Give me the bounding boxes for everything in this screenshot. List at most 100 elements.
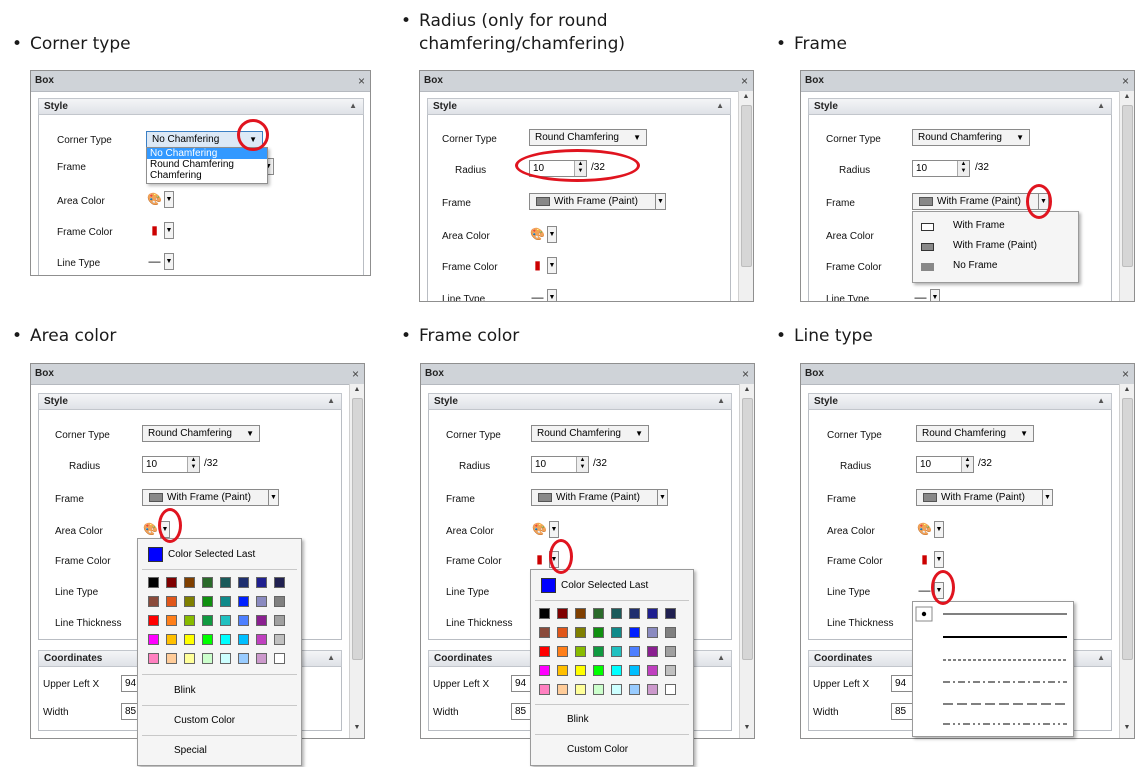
radius-input[interactable]: 10 ▲ ▼	[142, 456, 200, 473]
color-swatch[interactable]	[647, 665, 658, 676]
color-swatch[interactable]	[539, 608, 550, 619]
corner-type-select[interactable]: Round Chamfering ▼	[142, 425, 260, 442]
color-swatch[interactable]	[557, 684, 568, 695]
color-swatch[interactable]	[166, 615, 177, 626]
area-color-button[interactable]: 🎨 ▼	[916, 521, 944, 538]
vertical-scrollbar[interactable]: ▲ ▼	[739, 384, 754, 738]
color-swatch[interactable]	[238, 596, 249, 607]
chevron-down-icon[interactable]: ▼	[547, 257, 557, 274]
style-section-header[interactable]: Style ▲	[808, 393, 1112, 410]
color-swatch[interactable]	[557, 646, 568, 657]
line-type-button[interactable]: — ▼	[146, 253, 174, 270]
scroll-thumb[interactable]	[352, 398, 363, 660]
frame-select[interactable]: With Frame (Paint) ▼	[529, 193, 666, 210]
chevron-down-icon[interactable]: ▼	[547, 289, 557, 301]
color-swatch[interactable]	[629, 608, 640, 619]
frame-select[interactable]: With Frame (Paint) ▼	[916, 489, 1053, 506]
chevron-down-icon[interactable]: ▼	[934, 551, 944, 568]
radius-input[interactable]: 10 ▲ ▼	[916, 456, 974, 473]
close-icon[interactable]: ×	[741, 71, 748, 91]
color-swatch[interactable]	[593, 684, 604, 695]
color-swatch[interactable]	[629, 665, 640, 676]
spinner-arrows-icon[interactable]: ▲ ▼	[957, 161, 969, 176]
style-section-header[interactable]: Style ▲	[38, 98, 364, 115]
color-selected-last[interactable]: Color Selected Last	[561, 580, 648, 591]
close-icon[interactable]: ×	[352, 364, 359, 384]
area-color-button[interactable]: 🎨 ▼	[529, 226, 557, 243]
scroll-up-icon[interactable]: ▲	[740, 386, 754, 393]
corner-type-select[interactable]: Round Chamfering ▼	[912, 129, 1030, 146]
style-section-header[interactable]: Style ▲	[808, 98, 1112, 115]
color-swatch[interactable]	[166, 634, 177, 645]
color-swatch[interactable]	[202, 634, 213, 645]
color-swatch[interactable]	[593, 608, 604, 619]
chevron-down-icon[interactable]: ▼	[164, 191, 174, 208]
frame-color-button[interactable]: ▮ ▼	[529, 257, 557, 274]
color-swatch[interactable]	[238, 615, 249, 626]
corner-type-select[interactable]: Round Chamfering ▼	[531, 425, 649, 442]
color-swatch[interactable]	[647, 646, 658, 657]
color-swatch[interactable]	[238, 634, 249, 645]
option-chamfering[interactable]: Chamfering	[147, 170, 267, 181]
color-swatch[interactable]	[220, 596, 231, 607]
corner-type-select[interactable]: Round Chamfering ▼	[916, 425, 1034, 442]
color-swatch[interactable]	[256, 634, 267, 645]
color-swatch[interactable]	[202, 615, 213, 626]
color-swatch[interactable]	[611, 608, 622, 619]
color-swatch[interactable]	[593, 646, 604, 657]
option-no-frame[interactable]: No Frame	[953, 260, 997, 271]
color-swatch[interactable]	[539, 646, 550, 657]
color-swatch[interactable]	[611, 646, 622, 657]
collapse-icon[interactable]: ▲	[1097, 650, 1105, 665]
frame-select[interactable]: With Frame (Paint) ▼	[142, 489, 279, 506]
vertical-scrollbar[interactable]: ▲	[738, 91, 753, 301]
special-option[interactable]: Special	[174, 745, 207, 756]
color-swatch[interactable]	[238, 577, 249, 588]
color-swatch[interactable]	[274, 596, 285, 607]
color-swatch[interactable]	[220, 653, 231, 664]
spinner-arrows-icon[interactable]: ▲ ▼	[576, 457, 588, 472]
color-swatch[interactable]	[166, 653, 177, 664]
chevron-down-icon[interactable]: ▼	[657, 490, 667, 505]
option-with-frame[interactable]: With Frame	[953, 220, 1005, 231]
color-swatch[interactable]	[274, 615, 285, 626]
color-swatch[interactable]	[148, 596, 159, 607]
collapse-icon[interactable]: ▲	[1097, 393, 1105, 408]
area-color-button[interactable]: 🎨 ▼	[531, 521, 559, 538]
color-swatch[interactable]	[629, 627, 640, 638]
frame-color-button[interactable]: ▮ ▼	[916, 551, 944, 568]
color-swatch[interactable]	[647, 684, 658, 695]
color-swatch[interactable]	[575, 646, 586, 657]
collapse-icon[interactable]: ▲	[349, 98, 357, 113]
close-icon[interactable]: ×	[358, 71, 365, 91]
color-swatch[interactable]	[557, 665, 568, 676]
collapse-icon[interactable]: ▲	[716, 98, 724, 113]
color-swatch[interactable]	[611, 627, 622, 638]
scroll-down-icon[interactable]: ▼	[740, 724, 754, 731]
scroll-thumb[interactable]	[741, 105, 752, 267]
color-swatch[interactable]	[202, 596, 213, 607]
color-swatch[interactable]	[647, 627, 658, 638]
corner-type-select[interactable]: Round Chamfering ▼	[529, 129, 647, 146]
color-swatch[interactable]	[202, 577, 213, 588]
option-with-frame-paint[interactable]: With Frame (Paint)	[953, 240, 1037, 251]
chevron-down-icon[interactable]: ▼	[635, 426, 643, 441]
frame-color-button[interactable]: ▮ ▼	[146, 222, 174, 239]
chevron-down-icon[interactable]: ▼	[655, 194, 665, 209]
color-swatch[interactable]	[184, 653, 195, 664]
scroll-up-icon[interactable]: ▲	[739, 93, 753, 100]
color-swatch[interactable]	[647, 608, 658, 619]
color-swatch[interactable]	[256, 577, 267, 588]
custom-color-option[interactable]: Custom Color	[174, 715, 235, 726]
scroll-thumb[interactable]	[1122, 398, 1133, 660]
color-swatch[interactable]	[220, 634, 231, 645]
color-swatch[interactable]	[220, 615, 231, 626]
vertical-scrollbar[interactable]: ▲	[1119, 91, 1134, 301]
color-swatch[interactable]	[184, 615, 195, 626]
color-swatch[interactable]	[539, 665, 550, 676]
color-swatch[interactable]	[575, 608, 586, 619]
scroll-up-icon[interactable]: ▲	[1120, 93, 1134, 100]
color-selected-last[interactable]: Color Selected Last	[168, 549, 255, 560]
chevron-down-icon[interactable]: ▼	[246, 426, 254, 441]
collapse-icon[interactable]: ▲	[327, 393, 335, 408]
